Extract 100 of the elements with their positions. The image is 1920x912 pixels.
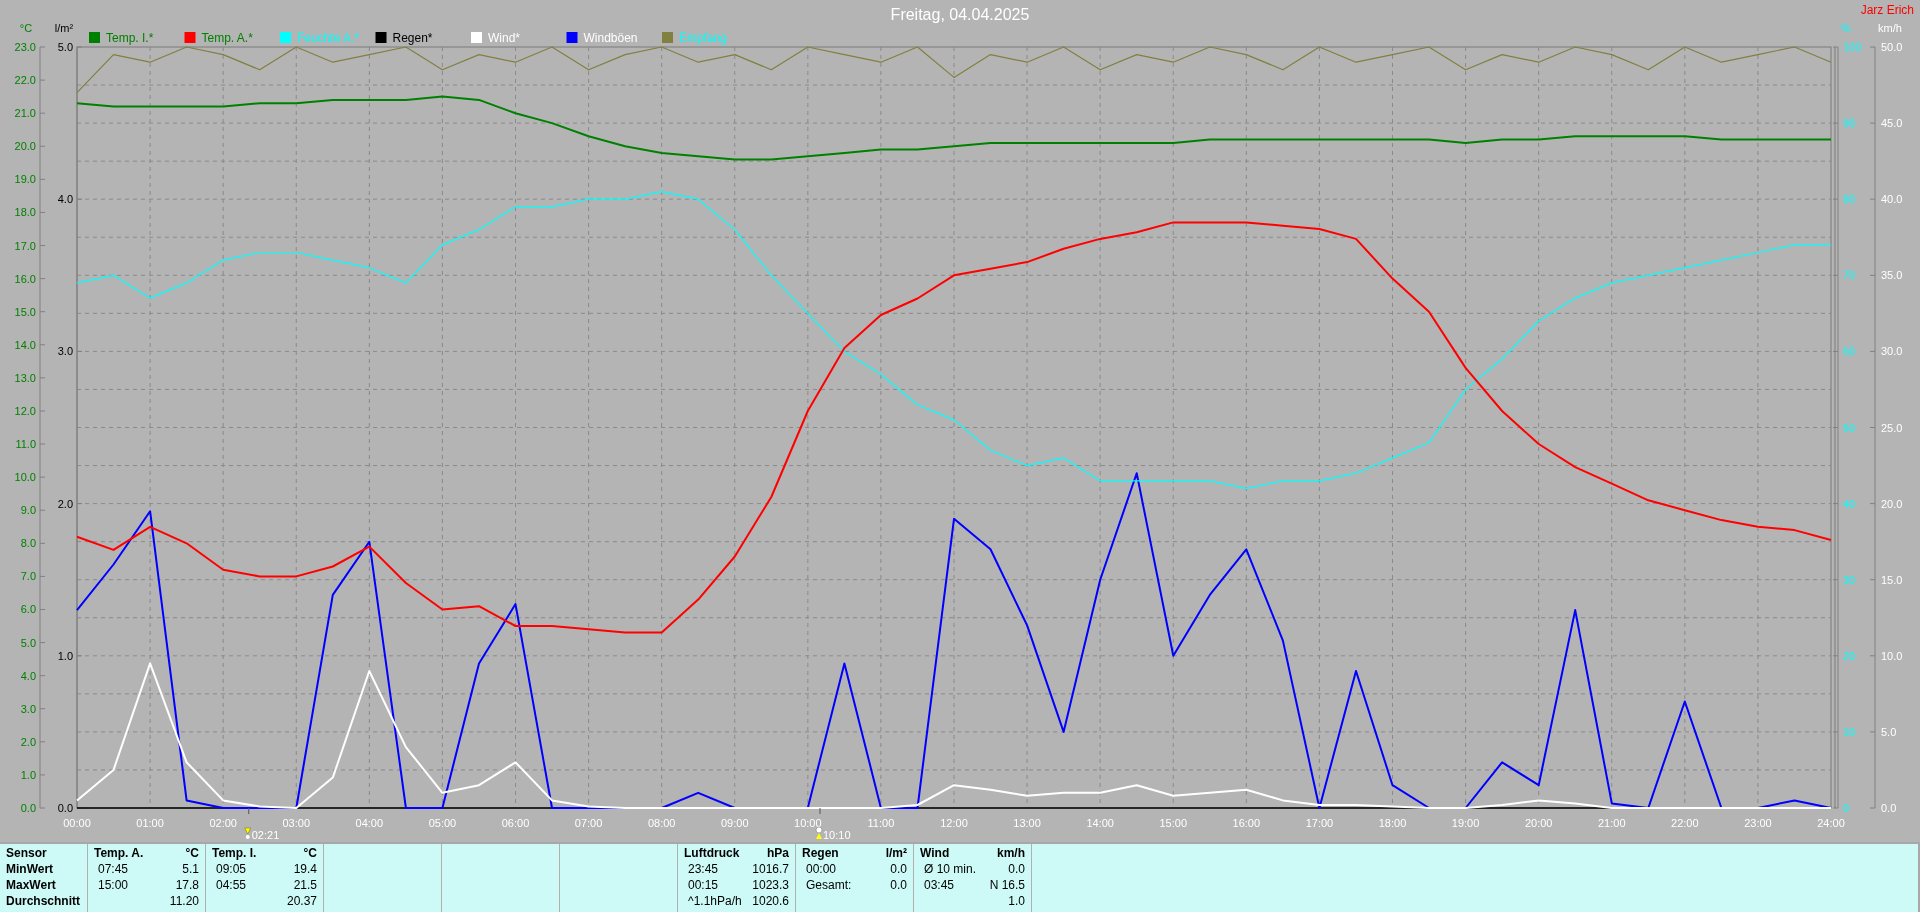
axis-label: 2.0 <box>20 735 36 748</box>
unit-header: °C <box>302 845 317 861</box>
unit-header: l/m² <box>885 845 907 861</box>
axis-label: 45.0 <box>1881 117 1903 130</box>
axis-label: 22:00 <box>1671 817 1699 829</box>
axis-label: 20.0 <box>14 140 36 153</box>
axis-label: 3.0 <box>57 345 73 358</box>
legend-label: Empfang <box>679 31 728 45</box>
axis-label: 02:00 <box>209 817 237 829</box>
axis-label: 2.0 <box>57 497 73 510</box>
axis-label: 7.0 <box>20 570 36 583</box>
axis-label: 100 <box>1843 41 1862 53</box>
axis-label: 25.0 <box>1881 421 1903 434</box>
axis-label: 0.0 <box>20 802 36 814</box>
axis-label: 50 <box>1843 421 1856 434</box>
axis-label: 14:00 <box>1086 817 1114 829</box>
table-cell-text: 1016.7 <box>751 861 789 877</box>
axis-label: 10 <box>1843 725 1856 738</box>
row-header: MaxWert <box>6 877 57 893</box>
table-cell-text: 1020.6 <box>751 893 789 909</box>
axis-label: 19.0 <box>14 173 36 186</box>
column-header: Sensor <box>6 845 48 861</box>
axis-label: 0 <box>1843 802 1850 814</box>
axis-label: 5.0 <box>1881 725 1897 738</box>
axis-label: 10:00 <box>794 817 822 829</box>
axis-unit: km/h <box>1878 22 1902 34</box>
axis-label: 19:00 <box>1451 817 1480 829</box>
axis-label: 23.0 <box>14 41 36 53</box>
axis-unit: l/m² <box>54 22 74 34</box>
axis-label: 07:00 <box>574 817 603 829</box>
table-cell-text: 1.0 <box>1007 893 1025 909</box>
axis-label: 18:00 <box>1378 817 1407 829</box>
axis-label: 30 <box>1843 573 1856 586</box>
axis-label: 6.0 <box>20 603 36 616</box>
unit-header: °C <box>184 845 199 861</box>
axis-label: 30.0 <box>1881 345 1903 358</box>
axis-label: 20.0 <box>1881 497 1903 510</box>
axis-label: 12.0 <box>14 404 36 417</box>
table-cell-text: 21.5 <box>292 877 317 893</box>
axis-label: 03:00 <box>282 817 310 829</box>
axis-label: 06:00 <box>501 817 530 829</box>
table-cell-text: 0.0 <box>1007 861 1025 877</box>
axis-label: 23:00 <box>1744 817 1772 829</box>
table-cell-text: 20.37 <box>285 893 317 909</box>
axis-label: 0.0 <box>57 802 73 814</box>
table-cell-text: 5.1 <box>181 861 199 877</box>
axis-label: 11:00 <box>867 817 895 829</box>
table-cell-text: 04:55 <box>215 877 248 893</box>
axis-unit: % <box>1841 22 1851 34</box>
axis-unit: °C <box>19 22 33 34</box>
axis-label: 5.0 <box>20 636 36 649</box>
axis-label: 15:00 <box>1159 817 1187 829</box>
axis-label: 10.0 <box>1881 649 1903 662</box>
legend-label: Regen* <box>392 31 433 45</box>
column-header: Luftdruck <box>684 845 741 861</box>
axis-label: 17:00 <box>1305 817 1334 829</box>
sun-icon <box>244 827 252 839</box>
axis-label: 40 <box>1843 497 1856 510</box>
axis-label: 20 <box>1843 649 1856 662</box>
axis-label: 90 <box>1843 117 1856 130</box>
table-cell-text: 07:45 <box>97 861 130 877</box>
table-cell-text: 19.4 <box>292 861 317 877</box>
axis-label: 16.0 <box>14 272 36 285</box>
column-header: Wind <box>920 845 951 861</box>
legend-label: Wind* <box>488 31 520 45</box>
legend-label: Feuchte A.* <box>297 31 360 45</box>
table-cell-text: ^1.1hPa/h <box>687 893 743 909</box>
table-cell-text: 00:00 <box>805 861 838 877</box>
annotation-label: 10:10 <box>823 829 851 841</box>
table-cell-text: 1023.3 <box>751 877 789 893</box>
unit-header: hPa <box>766 845 789 861</box>
column-header: Temp. I. <box>212 845 258 861</box>
axis-label: 16:00 <box>1232 817 1261 829</box>
axis-label: 3.0 <box>20 702 36 715</box>
table-cell-text: 11.20 <box>168 893 199 909</box>
axis-label: 60 <box>1843 345 1856 358</box>
axis-label: 21:00 <box>1598 817 1626 829</box>
table-cell-text: 17.8 <box>174 877 199 893</box>
table-cell-text: 23:45 <box>687 861 720 877</box>
axis-label: 50.0 <box>1881 41 1903 53</box>
axis-label: 80 <box>1843 193 1856 206</box>
column-header: Regen <box>802 845 840 861</box>
legend-label: Temp. I.* <box>106 31 154 45</box>
axis-label: 1.0 <box>57 649 73 662</box>
axis-label: 10.0 <box>14 471 36 484</box>
axis-label: 14.0 <box>14 338 36 351</box>
axis-label: 1.0 <box>20 768 36 781</box>
unit-header: km/h <box>996 845 1025 861</box>
chart-title: Freitag, 04.04.2025 <box>890 6 1030 23</box>
axis-label: 0.0 <box>1881 802 1897 814</box>
axis-label: 13:00 <box>1013 817 1041 829</box>
axis-label: 40.0 <box>1881 193 1903 206</box>
table-cell-text: 09:05 <box>215 861 248 877</box>
axis-label: 05:00 <box>428 817 457 829</box>
legend-label: Temp. A.* <box>201 31 253 45</box>
annotation-label: 02:21 <box>251 829 280 841</box>
axis-label: 35.0 <box>1881 269 1903 282</box>
axis-label: 20:00 <box>1524 817 1553 829</box>
axis-label: 15.0 <box>1881 573 1903 586</box>
table-cell-text: 03:45 <box>923 877 956 893</box>
